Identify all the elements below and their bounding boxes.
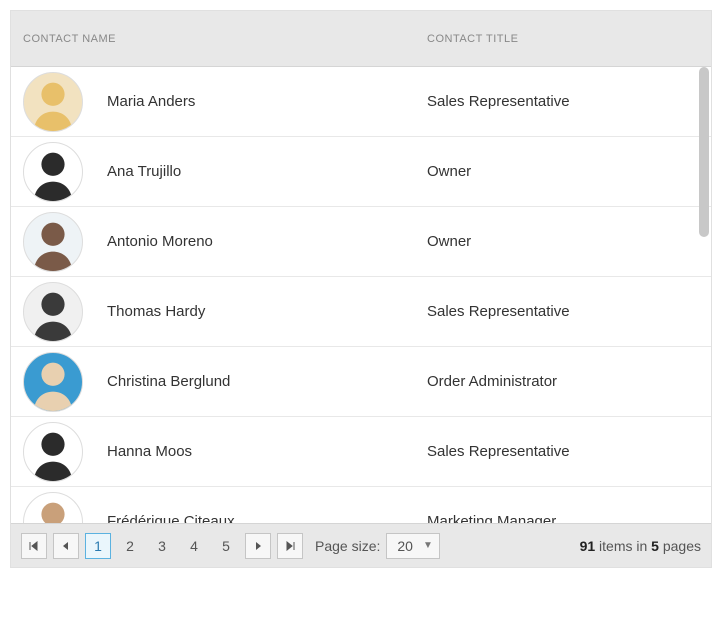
last-page-icon	[285, 541, 295, 551]
person-icon	[24, 143, 82, 201]
cell-contact-name: Frédérique Citeaux	[11, 492, 415, 524]
cell-contact-title: Owner	[415, 163, 711, 180]
grid-header: CONTACT NAME CONTACT TITLE	[11, 11, 711, 67]
cell-contact-title: Order Administrator	[415, 373, 711, 390]
table-row[interactable]: Christina Berglund Order Administrator	[11, 347, 711, 417]
pager-next-button[interactable]	[245, 533, 271, 559]
person-icon	[24, 213, 82, 271]
scrollbar-track[interactable]	[697, 67, 711, 523]
pager-page-2[interactable]: 2	[117, 533, 143, 559]
first-page-icon	[29, 541, 39, 551]
cell-contact-name: Antonio Moreno	[11, 212, 415, 272]
avatar	[23, 142, 83, 202]
cell-contact-name: Thomas Hardy	[11, 282, 415, 342]
avatar	[23, 422, 83, 482]
pager-total-pages: 5	[651, 538, 659, 554]
contact-name-text: Ana Trujillo	[107, 163, 181, 180]
pager-first-button[interactable]	[21, 533, 47, 559]
cell-contact-title: Owner	[415, 233, 711, 250]
cell-contact-name: Christina Berglund	[11, 352, 415, 412]
table-row[interactable]: Ana Trujillo Owner	[11, 137, 711, 207]
pager-page-1[interactable]: 1	[85, 533, 111, 559]
person-icon	[24, 423, 82, 481]
cell-contact-name: Maria Anders	[11, 72, 415, 132]
page-size-value: 20	[397, 538, 413, 554]
column-header-contact-name[interactable]: CONTACT NAME	[11, 33, 415, 45]
grid-body[interactable]: Maria Anders Sales Representative Ana Truj…	[11, 67, 711, 523]
pager-status: 91 items in 5 pages	[580, 538, 701, 554]
pager-total-items: 91	[580, 538, 596, 554]
page-size-label: Page size:	[315, 538, 380, 554]
next-page-icon	[253, 541, 263, 551]
scrollbar-thumb[interactable]	[699, 67, 709, 237]
table-row[interactable]: Thomas Hardy Sales Representative	[11, 277, 711, 347]
contact-name-text: Christina Berglund	[107, 373, 230, 390]
cell-contact-name: Ana Trujillo	[11, 142, 415, 202]
column-header-contact-title[interactable]: CONTACT TITLE	[415, 33, 711, 45]
person-icon	[24, 73, 82, 131]
contact-name-text: Maria Anders	[107, 93, 195, 110]
prev-page-icon	[61, 541, 71, 551]
contact-name-text: Antonio Moreno	[107, 233, 213, 250]
person-icon	[24, 353, 82, 411]
page-size-dropdown[interactable]: 20 ▼	[386, 533, 439, 559]
cell-contact-title: Sales Representative	[415, 303, 711, 320]
contact-name-text: Frédérique Citeaux	[107, 513, 235, 523]
cell-contact-name: Hanna Moos	[11, 422, 415, 482]
avatar	[23, 282, 83, 342]
table-row[interactable]: Frédérique Citeaux Marketing Manager	[11, 487, 711, 523]
chevron-down-icon: ▼	[423, 540, 433, 551]
pager-page-3[interactable]: 3	[149, 533, 175, 559]
pager-prev-button[interactable]	[53, 533, 79, 559]
avatar	[23, 352, 83, 412]
cell-contact-title: Sales Representative	[415, 93, 711, 110]
person-icon	[24, 283, 82, 341]
person-icon	[24, 493, 82, 524]
contact-name-text: Hanna Moos	[107, 443, 192, 460]
avatar	[23, 212, 83, 272]
contact-name-text: Thomas Hardy	[107, 303, 205, 320]
table-row[interactable]: Hanna Moos Sales Representative	[11, 417, 711, 487]
avatar	[23, 72, 83, 132]
pager-page-5[interactable]: 5	[213, 533, 239, 559]
avatar	[23, 492, 83, 524]
pager-page-4[interactable]: 4	[181, 533, 207, 559]
table-row[interactable]: Antonio Moreno Owner	[11, 207, 711, 277]
cell-contact-title: Sales Representative	[415, 443, 711, 460]
pager-last-button[interactable]	[277, 533, 303, 559]
table-row[interactable]: Maria Anders Sales Representative	[11, 67, 711, 137]
data-grid: CONTACT NAME CONTACT TITLE Maria Anders S…	[10, 10, 712, 568]
cell-contact-title: Marketing Manager	[415, 513, 711, 523]
pager: 12345 Page size: 20 ▼ 91 items in 5 page…	[11, 523, 711, 567]
